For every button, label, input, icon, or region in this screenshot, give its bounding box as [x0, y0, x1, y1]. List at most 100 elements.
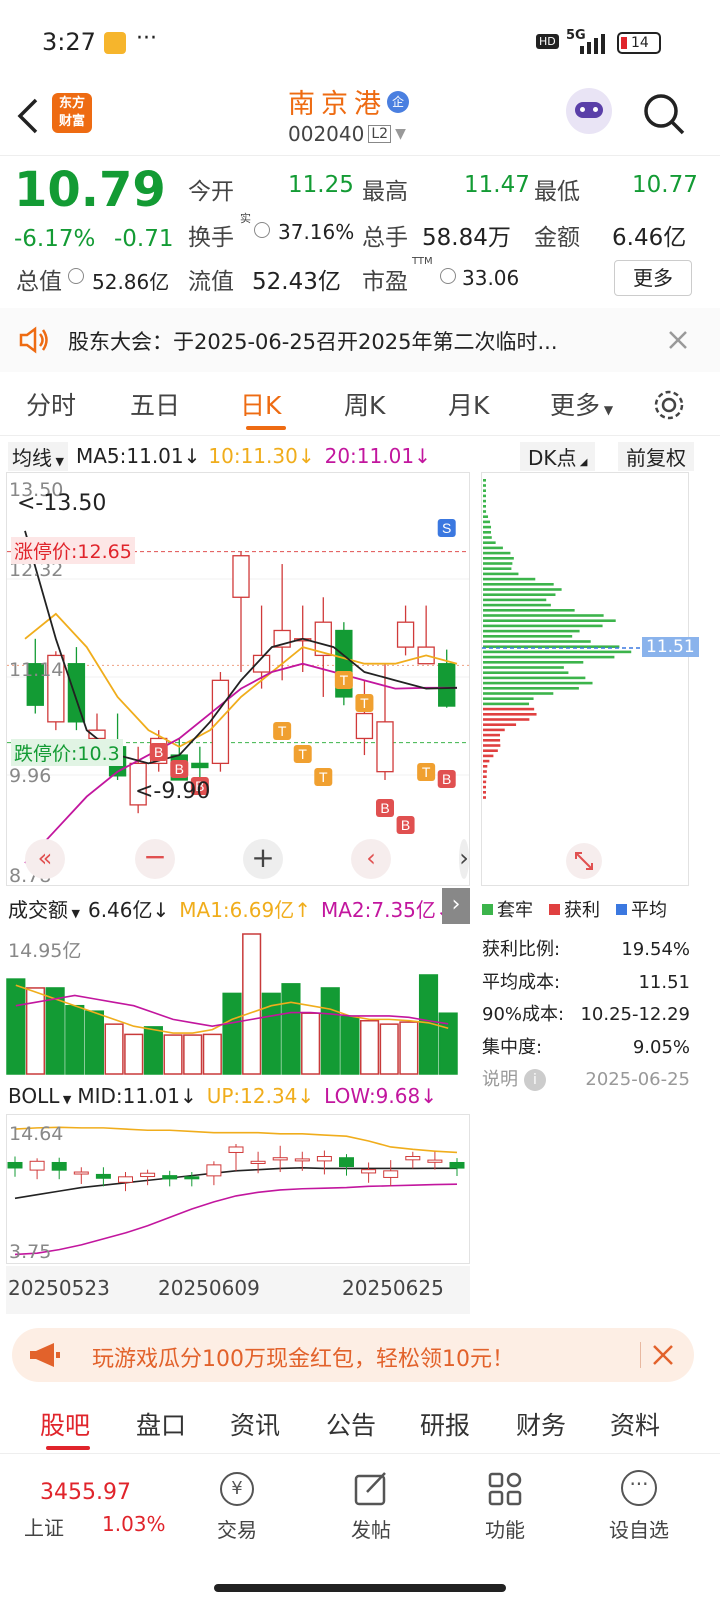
- volume-bar: [281, 983, 301, 1075]
- trade-button[interactable]: ¥ 交易: [212, 1466, 262, 1543]
- pe-value: 33.06: [462, 266, 520, 290]
- chip-bar: [483, 546, 503, 550]
- tab-order-book[interactable]: 盘口: [136, 1406, 186, 1442]
- tab-research[interactable]: 研报: [420, 1406, 470, 1442]
- volume-value: 58.84万: [422, 225, 511, 251]
- chip-bar: [483, 666, 564, 669]
- candle-body: [438, 663, 456, 707]
- chip-bar: [483, 619, 616, 622]
- trade-signal-label: T: [319, 769, 328, 785]
- scroll-right-icon[interactable]: ›: [459, 839, 469, 879]
- date-label: 20250609: [158, 1276, 260, 1300]
- chip-bar: [483, 609, 575, 612]
- scroll-left-icon[interactable]: ‹: [351, 839, 391, 879]
- assistant-robot-icon[interactable]: [566, 88, 612, 134]
- index-change: 1.03%: [102, 1512, 166, 1536]
- trade-signal-label: S: [442, 520, 451, 536]
- volume-chart[interactable]: 14.95亿: [6, 926, 470, 1076]
- add-watchlist-button[interactable]: ··· 设自选: [604, 1466, 674, 1543]
- y-axis-4: 9.96: [9, 765, 52, 787]
- chip-bar: [483, 624, 603, 628]
- boll-chart[interactable]: 14.64 3.75: [6, 1114, 470, 1264]
- chip-distribution-svg: [482, 479, 688, 799]
- grid-apps-icon: [488, 1472, 522, 1506]
- tab-news[interactable]: 资讯: [230, 1406, 280, 1442]
- home-indicator: [214, 1584, 506, 1592]
- tab-five-day[interactable]: 五日: [130, 386, 180, 422]
- function-button[interactable]: 功能: [480, 1466, 530, 1543]
- speaker-icon: [19, 326, 48, 354]
- volume-select[interactable]: 成交额 ▼: [8, 894, 80, 923]
- trade-signal-label: B: [442, 771, 451, 787]
- indicator-select[interactable]: 均线 ▼: [8, 441, 68, 471]
- tab-weekly-k[interactable]: 周K: [344, 386, 385, 422]
- scroll-left-fast-icon[interactable]: «: [25, 839, 65, 879]
- chip-bar: [483, 765, 488, 768]
- chip-bar: [483, 681, 593, 685]
- kline-svg: BBBTTTTTBBT BS: [7, 519, 469, 864]
- search-icon[interactable]: [642, 92, 686, 136]
- period-tabs: 分时 五日 日K 周K 月K 更多 ▼: [0, 374, 720, 436]
- info-icon[interactable]: [440, 268, 456, 284]
- back-icon[interactable]: [14, 96, 42, 136]
- expand-icon[interactable]: [566, 843, 602, 879]
- chip-bar: [483, 562, 513, 565]
- post-button[interactable]: 发帖: [346, 1466, 396, 1543]
- chip-legend: 套牢 获利 平均: [482, 896, 667, 922]
- tab-profile[interactable]: 资料: [610, 1406, 660, 1442]
- divider: [640, 1342, 641, 1368]
- chip-bar: [483, 650, 632, 654]
- tab-intraday[interactable]: 分时: [26, 386, 76, 422]
- volume-bar: [84, 1010, 105, 1075]
- tab-more[interactable]: 更多 ▼: [550, 386, 613, 422]
- info-icon[interactable]: [68, 268, 84, 284]
- tab-finance[interactable]: 财务: [516, 1406, 566, 1442]
- boll-candle-body: [95, 1173, 111, 1179]
- chip-bar: [483, 718, 530, 721]
- volume-label: 总手: [362, 225, 408, 251]
- tab-monthly-k[interactable]: 月K: [448, 386, 489, 422]
- index-ticker[interactable]: 3455.97 上证 1.03%: [24, 1466, 184, 1546]
- more-button[interactable]: 更多: [614, 260, 692, 296]
- volume-bar: [163, 1034, 183, 1075]
- pe-label: 市盈: [362, 269, 408, 295]
- close-icon[interactable]: [668, 330, 688, 350]
- volume-bar: [6, 978, 26, 1075]
- settings-gear-icon[interactable]: [652, 388, 686, 422]
- zoom-in-icon[interactable]: +: [243, 839, 283, 879]
- tab-daily-k[interactable]: 日K: [240, 386, 281, 422]
- chip-bar: [483, 661, 584, 664]
- boll-select[interactable]: BOLL ▼: [8, 1084, 71, 1108]
- boll-candle-body: [449, 1161, 465, 1169]
- kline-chart[interactable]: BBBTTTTTBBTBS 13.50 12.32 11.14 9.96 8.7…: [6, 472, 470, 887]
- dk-point-button[interactable]: DK点 ◢: [520, 442, 596, 471]
- candle-body: [67, 663, 86, 723]
- high-label: 最高: [362, 179, 408, 205]
- ma20-value: 20:11.01↓: [324, 444, 431, 468]
- tab-announcement[interactable]: 公告: [326, 1406, 376, 1442]
- date-axis: 20250523 20250609 20250625: [6, 1266, 470, 1314]
- trade-signal-label: B: [380, 800, 389, 816]
- vol-ma2: MA2:7.35亿↓: [320, 898, 453, 922]
- close-icon[interactable]: [652, 1344, 674, 1366]
- y-axis-3: 11.14: [9, 659, 64, 681]
- volume-bar: [183, 1034, 203, 1075]
- tab-forum[interactable]: 股吧: [40, 1406, 90, 1442]
- promo-banner[interactable]: 玩游戏瓜分100万现金红包，轻松领10元！: [12, 1328, 694, 1382]
- candle-body: [396, 621, 415, 648]
- chip-bar: [483, 494, 486, 498]
- collapse-panel-icon[interactable]: ›: [442, 888, 470, 924]
- chip-bar: [483, 676, 586, 680]
- boll-candle-body: [272, 1157, 288, 1161]
- chip-bar: [483, 536, 492, 539]
- chip-bar: [483, 655, 615, 659]
- code-dropdown-icon[interactable]: ▼: [395, 126, 406, 142]
- info-icon[interactable]: [254, 222, 270, 238]
- info-icon[interactable]: i: [524, 1069, 546, 1092]
- volume-bar: [242, 933, 262, 1075]
- notice-bar[interactable]: 股东大会：于2025-06-25召开2025年第二次临时...: [0, 308, 720, 372]
- zoom-out-icon[interactable]: −: [135, 839, 175, 879]
- volume-bar: [340, 1015, 360, 1075]
- chip-bar: [483, 739, 501, 742]
- adjust-button[interactable]: 前复权: [618, 442, 694, 471]
